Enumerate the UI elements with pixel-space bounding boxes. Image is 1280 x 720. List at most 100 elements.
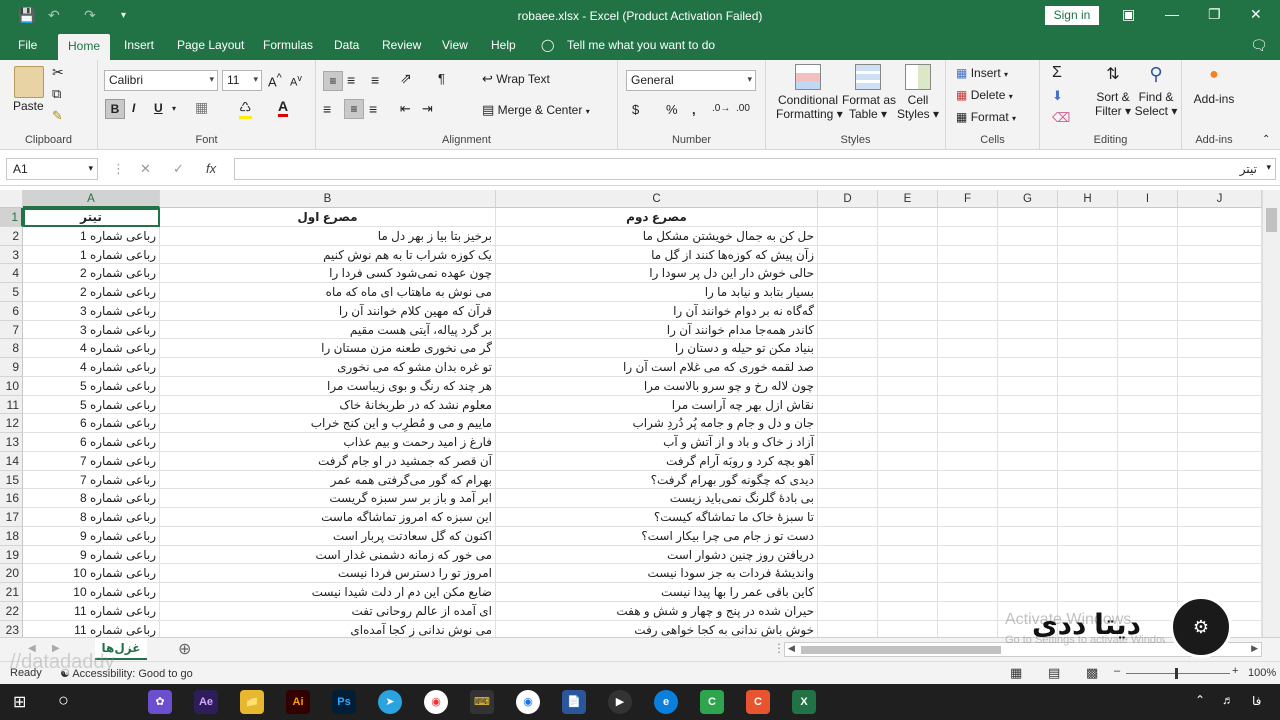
cell-e8[interactable] [878, 339, 938, 358]
cell-j7[interactable] [1178, 321, 1262, 339]
formula-input[interactable]: تیتر ▾ [234, 158, 1276, 180]
cell-g10[interactable] [998, 377, 1058, 396]
after-effects-icon[interactable]: Ae [194, 690, 218, 714]
cell-j8[interactable] [1178, 339, 1262, 358]
cell-e6[interactable] [878, 302, 938, 321]
cell-b14[interactable]: آن قصر که جمشید در او جام گرفت [160, 452, 496, 471]
cell-i13[interactable] [1118, 433, 1178, 452]
column-header-d[interactable]: D [818, 190, 878, 208]
cell-d17[interactable] [818, 508, 878, 527]
cell-c3[interactable]: زآن پیش که کوزه‌ها کنند از گل ما [496, 246, 818, 264]
insert-cells-button[interactable]: ▦ Insert ▾ [956, 66, 1008, 80]
cell-e7[interactable] [878, 321, 938, 339]
cell-j10[interactable] [1178, 377, 1262, 396]
clear-icon[interactable]: ⌫ [1052, 110, 1070, 126]
number-format-select[interactable]: General ▾ [626, 70, 756, 91]
cell-a9[interactable]: رباعی شماره 4 [23, 358, 160, 377]
page-layout-view-icon[interactable]: ▤ [1048, 665, 1060, 681]
scroll-right-icon[interactable]: ▶ [1251, 643, 1258, 654]
tab-file[interactable]: File [18, 38, 37, 52]
document-app-icon[interactable]: 📄 [562, 690, 586, 714]
row-header[interactable]: 21 [0, 583, 23, 602]
cell-c16[interactable]: بی بادهٔ گلرنگ نمی‌باید زیست [496, 489, 818, 508]
zoom-level[interactable]: 100% [1248, 667, 1276, 679]
cell-a10[interactable]: رباعی شماره 5 [23, 377, 160, 396]
cell-e10[interactable] [878, 377, 938, 396]
zoom-in-icon[interactable]: + [1232, 665, 1238, 677]
cell-h12[interactable] [1058, 414, 1118, 433]
cell-d5[interactable] [818, 283, 878, 302]
column-header-j[interactable]: J [1178, 190, 1262, 208]
cell-f20[interactable] [938, 564, 998, 583]
cell-b16[interactable]: ابر آمد و باز بر سر سبزه گریست [160, 489, 496, 508]
excel-taskbar-icon[interactable]: X [792, 690, 816, 714]
bold-button[interactable]: B [105, 99, 125, 119]
cell-f12[interactable] [938, 414, 998, 433]
row-header[interactable]: 9 [0, 358, 23, 377]
cell-a20[interactable]: رباعی شماره 10 [23, 564, 160, 583]
cell-h4[interactable] [1058, 264, 1118, 283]
row-header[interactable]: 4 [0, 264, 23, 283]
cell-j16[interactable] [1178, 489, 1262, 508]
cell-b18[interactable]: اکنون که گل سعادتت پربار است [160, 527, 496, 546]
row-header[interactable]: 20 [0, 564, 23, 583]
cell-d20[interactable] [818, 564, 878, 583]
cell-b15[interactable]: بهرام که گور می‌گرفتی همه عمر [160, 471, 496, 489]
row-header[interactable]: 3 [0, 246, 23, 264]
scroll-left-icon[interactable]: ◀ [788, 643, 795, 654]
cell-c7[interactable]: کاندر همه‌جا مدام خوانند آن را [496, 321, 818, 339]
sort-filter-button[interactable]: ⇅ Sort & Filter ▾ [1094, 64, 1132, 118]
cell-b12[interactable]: ماییم و می و مُطرِب و این کنج خراب [160, 414, 496, 433]
increase-font-icon[interactable]: A^ [268, 72, 282, 89]
align-center-icon[interactable]: ≡ [344, 99, 364, 119]
cell-c17[interactable]: تا سبزهٔ خاک ما تماشاگه کیست؟ [496, 508, 818, 527]
windows-start-icon[interactable]: ⊞ [13, 692, 26, 712]
borders-icon[interactable]: ▦ [195, 99, 208, 116]
cell-d8[interactable] [818, 339, 878, 358]
column-header-f[interactable]: F [938, 190, 998, 208]
cell-j12[interactable] [1178, 414, 1262, 433]
cell-i3[interactable] [1118, 246, 1178, 264]
row-header[interactable]: 10 [0, 377, 23, 396]
cell-d1[interactable] [818, 208, 878, 227]
illustrator-icon[interactable]: Ai [286, 690, 310, 714]
cell-e17[interactable] [878, 508, 938, 527]
cell-i16[interactable] [1118, 489, 1178, 508]
cell-g5[interactable] [998, 283, 1058, 302]
tell-me-search[interactable]: Tell me what you want to do [567, 38, 715, 52]
row-header[interactable]: 16 [0, 489, 23, 508]
cell-b13[interactable]: فارغ ز امید رحمت و بیم عذاب [160, 433, 496, 452]
page-break-view-icon[interactable]: ▩ [1086, 665, 1098, 681]
tab-page-layout[interactable]: Page Layout [177, 38, 244, 52]
middle-align-icon[interactable]: ≡ [347, 72, 355, 88]
cell-f5[interactable] [938, 283, 998, 302]
cell-a7[interactable]: رباعی شماره 3 [23, 321, 160, 339]
row-header[interactable]: 14 [0, 452, 23, 471]
cell-h11[interactable] [1058, 396, 1118, 414]
cell-h20[interactable] [1058, 564, 1118, 583]
column-header-b[interactable]: B [160, 190, 496, 208]
cell-g11[interactable] [998, 396, 1058, 414]
cell-f16[interactable] [938, 489, 998, 508]
cell-g20[interactable] [998, 564, 1058, 583]
cell-j6[interactable] [1178, 302, 1262, 321]
cell-h9[interactable] [1058, 358, 1118, 377]
cell-d7[interactable] [818, 321, 878, 339]
cell-g17[interactable] [998, 508, 1058, 527]
cell-c14[interactable]: آهو بچه کرد و روبَه آرام گرفت [496, 452, 818, 471]
cell-i7[interactable] [1118, 321, 1178, 339]
row-header[interactable]: 7 [0, 321, 23, 339]
cell-a14[interactable]: رباعی شماره 7 [23, 452, 160, 471]
cell-a5[interactable]: رباعی شماره 2 [23, 283, 160, 302]
cell-c22[interactable]: حیران شده در پنج و چهار و شش و هفت [496, 602, 818, 621]
cell-f2[interactable] [938, 227, 998, 246]
column-header-e[interactable]: E [878, 190, 938, 208]
edge-icon[interactable]: e [654, 690, 678, 714]
italic-button[interactable]: I [132, 101, 135, 115]
cell-e2[interactable] [878, 227, 938, 246]
cell-h5[interactable] [1058, 283, 1118, 302]
cell-h14[interactable] [1058, 452, 1118, 471]
vertical-scrollbar[interactable] [1262, 190, 1280, 637]
cell-d19[interactable] [818, 546, 878, 564]
cell-d13[interactable] [818, 433, 878, 452]
